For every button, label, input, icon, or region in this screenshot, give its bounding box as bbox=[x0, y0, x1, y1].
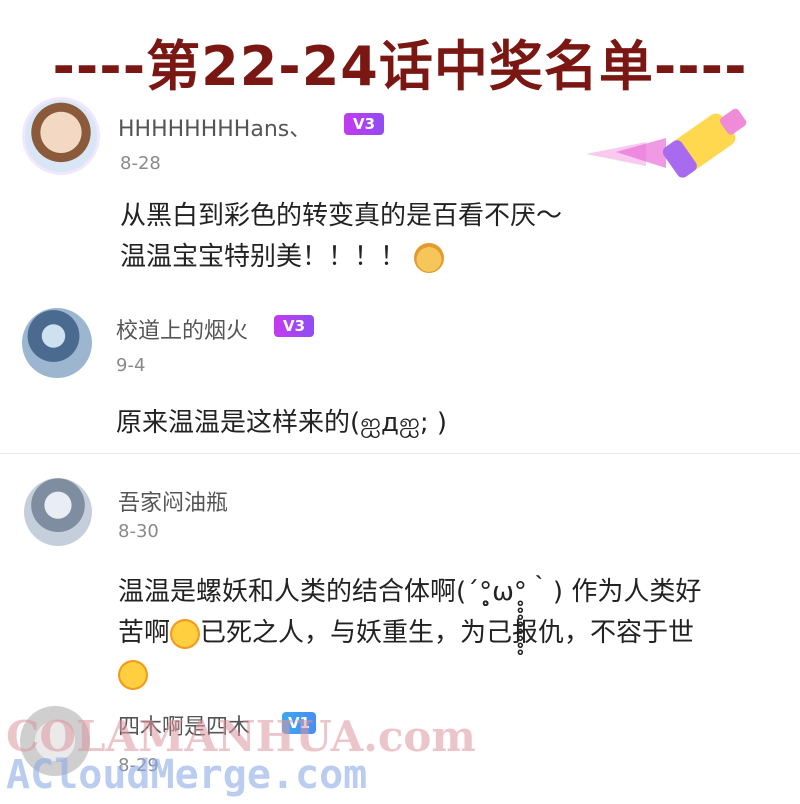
avatar[interactable] bbox=[22, 308, 92, 378]
paint-bottle-decoration-icon bbox=[586, 108, 747, 178]
watermark: ACloudMerge.com bbox=[6, 752, 368, 798]
comment-date: 8-30 bbox=[118, 521, 159, 542]
comment-text: 温温是螺妖和人类的结合体啊(´°̥̥̥̥̥̥̥̥ω°̥̥̥̥̥̥̥̥｀) 作为人… bbox=[118, 572, 701, 695]
page-title: ----第22-24话中奖名单---- bbox=[52, 35, 748, 98]
comment-line: 从黑白到彩色的转变真的是百看不厌～ bbox=[120, 201, 563, 231]
level-badge: V3 bbox=[274, 315, 314, 337]
crying-emoji-icon bbox=[170, 618, 201, 649]
username[interactable]: 校道上的烟火 bbox=[116, 313, 248, 345]
crying-emoji-icon bbox=[118, 659, 148, 690]
level-badge: V3 bbox=[344, 113, 384, 135]
comment-date: 8-28 bbox=[120, 153, 161, 174]
comment-date: 9-4 bbox=[116, 355, 146, 376]
comment-text: 原来温温是这样来的(ஐдஐ; ) bbox=[116, 403, 447, 444]
comment-line-wrap: 温温宝宝特别美！！！！ bbox=[120, 237, 562, 278]
comment-line-wrap bbox=[118, 654, 701, 695]
username[interactable]: HHHHHHHHans、 bbox=[118, 111, 311, 143]
username[interactable]: 吾家闷油瓶 bbox=[118, 485, 228, 517]
comment-text: 从黑白到彩色的转变真的是百看不厌～ 温温宝宝特别美！！！！ bbox=[120, 196, 562, 278]
comment-line-wrap: 苦啊 已死之人，与妖重生，为己报仇，不容于世 bbox=[118, 613, 701, 654]
shiba-rose-emoji-icon bbox=[414, 242, 445, 273]
comment-line: 温温是螺妖和人类的结合体啊(´°̥̥̥̥̥̥̥̥ω°̥̥̥̥̥̥̥̥｀) 作为人… bbox=[118, 577, 702, 607]
avatar[interactable] bbox=[24, 478, 92, 546]
divider bbox=[0, 453, 800, 454]
comment-line: 已死之人，与妖重生，为己报仇，不容于世 bbox=[200, 618, 695, 648]
comment-line: 原来温温是这样来的(ஐдஐ; ) bbox=[116, 408, 448, 438]
comment-line: 苦啊 bbox=[118, 618, 171, 648]
comment-line: 温温宝宝特别美！！！！ bbox=[120, 242, 407, 272]
avatar[interactable] bbox=[22, 97, 100, 175]
